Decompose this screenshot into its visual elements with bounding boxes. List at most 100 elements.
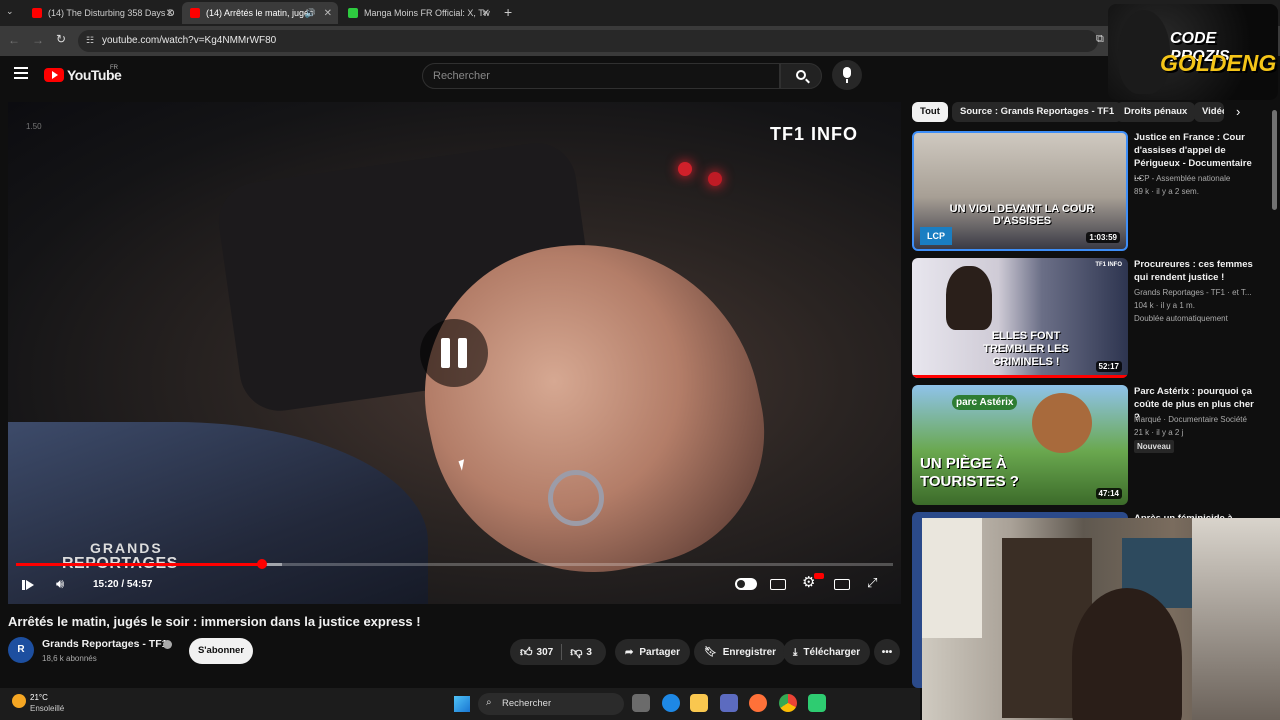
save-label: Enregistrer bbox=[722, 646, 777, 658]
recommendation-stats: 89 k · il y a 2 sem. bbox=[1134, 187, 1199, 196]
verified-icon bbox=[163, 640, 172, 649]
channel-name[interactable]: Grands Reportages - TF1 bbox=[42, 638, 167, 650]
subscribe-button[interactable]: S'abonner bbox=[189, 638, 253, 664]
tab-list-chevron-icon[interactable]: ⌄ bbox=[6, 6, 18, 18]
windows-start-icon[interactable] bbox=[454, 696, 470, 712]
more-actions-button[interactable]: ••• bbox=[874, 639, 900, 665]
dislike-icon[interactable]: 👎︎ bbox=[570, 645, 582, 660]
red-light bbox=[678, 162, 692, 176]
watch-ring bbox=[548, 470, 604, 526]
url-text: youtube.com/watch?v=Kg4NMMrWF80 bbox=[102, 35, 277, 46]
tf1-info-logo: TF1 INFO bbox=[1095, 262, 1122, 268]
taskbar-search-label: Rechercher bbox=[502, 698, 552, 709]
hd-badge bbox=[814, 573, 824, 579]
door bbox=[1192, 518, 1280, 720]
subtitles-icon[interactable] bbox=[770, 579, 786, 590]
microphone-icon bbox=[843, 67, 851, 78]
site-info-icon[interactable]: ☷ bbox=[86, 35, 94, 46]
progress-scrubber[interactable] bbox=[257, 559, 267, 569]
save-button[interactable]: 🔖︎ Enregistrer bbox=[694, 639, 787, 665]
chip-source[interactable]: Source : Grands Reportages - TF1 bbox=[952, 102, 1123, 122]
weather-temperature[interactable]: 21°C bbox=[30, 693, 48, 702]
video-player[interactable]: 1.50 TF1 INFO GRANDS REPORTAGES 🔊︎ 15:20… bbox=[8, 102, 901, 604]
theater-mode-icon[interactable] bbox=[834, 579, 850, 590]
dubbed-badge: Doublée automatiquement bbox=[1134, 314, 1228, 323]
search-icon: ⌕ bbox=[486, 697, 492, 708]
recommendation-thumbnail[interactable]: UN VIOL DEVANT LA COUR D'ASSISES LCP 1:0… bbox=[912, 131, 1128, 251]
share-label: Partager bbox=[639, 646, 680, 658]
search-input[interactable]: Rechercher bbox=[422, 63, 780, 89]
stream-logo-overlay: CODE PROZIS GOLDENG bbox=[1108, 4, 1278, 100]
recommendation-thumbnail[interactable]: parc Astérix UN PIÈGE À TOURISTES ? 47:1… bbox=[912, 385, 1128, 505]
browser-tab-1[interactable]: (14) The Disturbing 358 Days D ✕ bbox=[24, 2, 180, 24]
store-icon[interactable] bbox=[720, 694, 738, 712]
autoplay-toggle[interactable] bbox=[735, 578, 757, 590]
share-button[interactable]: ➦ Partager bbox=[615, 639, 690, 665]
lcp-logo: LCP bbox=[920, 227, 952, 245]
recommendation-stats: 104 k · il y a 1 m. bbox=[1134, 301, 1195, 310]
close-tab-icon[interactable]: ✕ bbox=[166, 8, 174, 19]
like-icon[interactable]: 👍︎ bbox=[520, 645, 533, 660]
address-bar[interactable]: ☷ youtube.com/watch?v=Kg4NMMrWF80 bbox=[78, 30, 1098, 52]
thumbnail-caption: UN PIÈGE À TOURISTES ? bbox=[920, 455, 1019, 490]
watermark-line1: GRANDS bbox=[90, 540, 163, 556]
play-pause-button[interactable] bbox=[22, 578, 34, 592]
chip-penal-law[interactable]: Droits pénaux bbox=[1116, 102, 1196, 122]
brand-line2: GOLDENG bbox=[1160, 50, 1277, 76]
back-icon[interactable]: ← bbox=[8, 33, 20, 47]
youtube-favicon-icon bbox=[32, 8, 42, 18]
page-scrollbar[interactable] bbox=[1272, 110, 1277, 210]
recommendation-stats: 21 k · il y a 2 j bbox=[1134, 428, 1184, 437]
forward-icon[interactable]: → bbox=[32, 33, 44, 47]
browser-tab-3[interactable]: Manga Moins FR Official: X, Tw ✕ bbox=[340, 2, 496, 24]
recommendation-channel[interactable]: Marqué · Documentaire Société bbox=[1134, 413, 1264, 426]
edge-browser-icon[interactable] bbox=[662, 694, 680, 712]
menu-icon[interactable] bbox=[14, 67, 28, 79]
person-figure bbox=[946, 266, 992, 330]
recommendation-title[interactable]: Procureures : ces femmes qui rendent jus… bbox=[1134, 258, 1260, 284]
tab-title: Manga Moins FR Official: X, Tw bbox=[364, 8, 490, 18]
like-count[interactable]: 307 bbox=[537, 647, 554, 658]
red-light bbox=[708, 172, 722, 186]
thumbnail-caption: ELLES FONT TREMBLER LES CRIMINELS ! bbox=[983, 330, 1069, 368]
recommendation-thumbnail[interactable]: ELLES FONT TREMBLER LES CRIMINELS ! TF1 … bbox=[912, 258, 1128, 378]
browser-tab-2[interactable]: (14) Arrêtés le matin, jugés 🔊 ✕ bbox=[182, 2, 338, 24]
volume-icon[interactable]: 🔊︎ bbox=[56, 576, 64, 592]
tweetdeck-favicon-icon bbox=[348, 8, 358, 18]
taskbar-search[interactable]: ⌕ Rechercher bbox=[478, 693, 624, 715]
watched-progress bbox=[912, 375, 1128, 378]
close-tab-icon[interactable]: ✕ bbox=[482, 8, 490, 19]
webcam-overlay bbox=[922, 518, 1280, 720]
speaker-icon[interactable]: 🔊 bbox=[305, 8, 316, 19]
app-icon[interactable] bbox=[808, 694, 826, 712]
weather-sun-icon[interactable] bbox=[12, 694, 26, 708]
channel-avatar[interactable]: R bbox=[8, 637, 34, 663]
time-display: 15:20 / 54:57 bbox=[93, 579, 153, 590]
recommendation-channel[interactable]: LCP - Assemblée nationale bbox=[1134, 172, 1264, 185]
browser-toolbar: ← → ↻ ☷ youtube.com/watch?v=Kg4NMMrWF80 … bbox=[0, 26, 1280, 56]
chrome-icon[interactable] bbox=[779, 694, 797, 712]
voice-search-button[interactable] bbox=[832, 60, 862, 90]
streamer bbox=[1072, 588, 1182, 720]
reload-icon[interactable]: ↻ bbox=[56, 32, 66, 46]
chevron-right-icon[interactable]: › bbox=[1236, 104, 1240, 119]
install-app-icon[interactable]: ⧉ bbox=[1096, 33, 1104, 46]
search-button[interactable] bbox=[780, 63, 822, 89]
download-button[interactable]: ⤓ Télécharger bbox=[783, 639, 871, 665]
weather-condition[interactable]: Ensoleillé bbox=[30, 704, 64, 713]
recommendation-channel[interactable]: Grands Reportages - TF1 · et T... bbox=[1134, 286, 1264, 299]
file-explorer-icon[interactable] bbox=[690, 694, 708, 712]
progress-bar[interactable] bbox=[16, 559, 893, 569]
pause-overlay-button[interactable] bbox=[420, 319, 488, 387]
dislike-count[interactable]: 3 bbox=[586, 647, 592, 658]
play-pause-icon bbox=[22, 580, 25, 590]
close-tab-icon[interactable]: ✕ bbox=[324, 8, 332, 19]
youtube-logo-icon[interactable] bbox=[44, 68, 64, 82]
chip-all[interactable]: Tout bbox=[912, 102, 948, 122]
fullscreen-icon[interactable]: ⤢ bbox=[867, 575, 877, 591]
chip-video[interactable]: Vidéo bbox=[1194, 102, 1224, 122]
new-tab-button[interactable]: + bbox=[504, 4, 512, 20]
firefox-icon[interactable] bbox=[749, 694, 767, 712]
window-light bbox=[922, 518, 982, 638]
task-view-icon[interactable] bbox=[632, 694, 650, 712]
